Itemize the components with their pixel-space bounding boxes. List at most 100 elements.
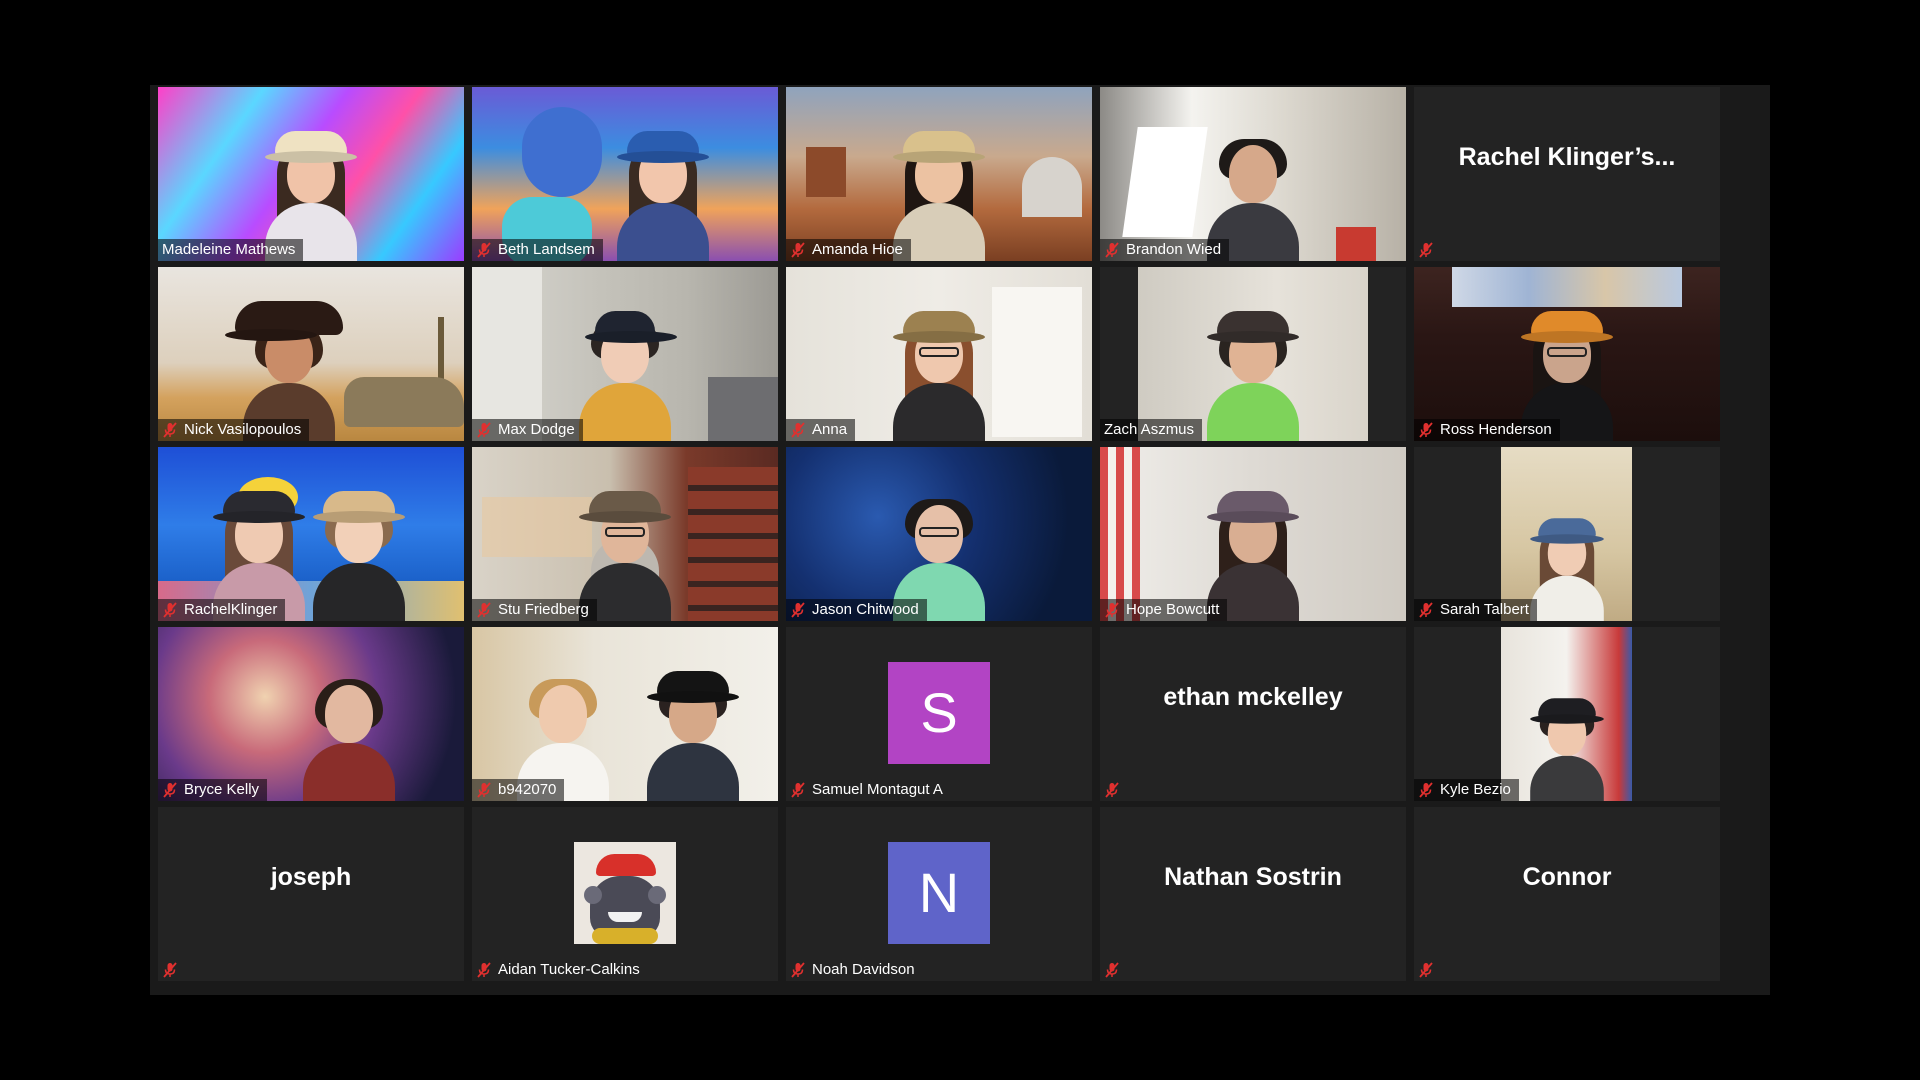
participant-display-name: ethan mckelley <box>1163 683 1343 711</box>
participant-tile[interactable]: Zach Aszmus <box>1100 267 1406 441</box>
participant-video <box>1100 447 1406 621</box>
participant-silhouette <box>577 297 677 441</box>
mic-muted-icon <box>790 602 806 618</box>
participant-silhouette <box>1528 687 1605 801</box>
participant-grid: Madeleine Mathews Beth Landsem Amanda Hi… <box>158 87 1721 981</box>
participant-name-label: Nick Vasilopoulos <box>158 419 310 441</box>
participant-name-label: Amanda Hioe <box>786 239 911 261</box>
participant-tile[interactable]: Max Dodge <box>472 267 778 441</box>
participant-name-label <box>1414 239 1448 261</box>
participant-name-label: Stu Friedberg <box>472 599 597 621</box>
participant-display-name: Nathan Sostrin <box>1164 863 1342 891</box>
participant-name-label: Anna <box>786 419 856 441</box>
participant-video <box>158 87 464 261</box>
participant-tile[interactable]: Anna <box>786 267 1092 441</box>
participant-tile[interactable]: RachelKlinger <box>158 447 464 621</box>
participant-name-label <box>1100 959 1134 981</box>
mic-muted-icon <box>1418 602 1434 618</box>
participant-video <box>1414 267 1720 441</box>
participant-tile[interactable]: Amanda Hioe <box>786 87 1092 261</box>
participant-tile[interactable]: Beth Landsem <box>472 87 778 261</box>
participant-name-label: Beth Landsem <box>472 239 603 261</box>
initial-avatar: S <box>888 662 990 764</box>
mic-muted-icon <box>162 602 178 618</box>
gallery-view: Madeleine Mathews Beth Landsem Amanda Hi… <box>150 85 1770 995</box>
participant-tile[interactable]: Brandon Wied <box>1100 87 1406 261</box>
participant-name-label: Bryce Kelly <box>158 779 268 801</box>
participant-name-label: Madeleine Mathews <box>158 239 304 261</box>
participant-video <box>1501 447 1632 621</box>
participant-tile[interactable]: Ross Henderson <box>1414 267 1720 441</box>
participant-tile[interactable]: Sarah Talbert <box>1414 447 1720 621</box>
participant-name-label: Zach Aszmus <box>1100 419 1203 441</box>
mic-muted-icon <box>1418 782 1434 798</box>
participant-name-label <box>1100 779 1134 801</box>
participant-tile[interactable]: b942070 <box>472 627 778 801</box>
participant-silhouette <box>1205 297 1301 441</box>
participant-tile[interactable]: joseph <box>158 807 464 981</box>
mic-muted-icon <box>790 422 806 438</box>
mic-muted-icon <box>790 782 806 798</box>
participant-name-label <box>158 959 192 981</box>
participant-tile[interactable]: Aidan Tucker-Calkins <box>472 807 778 981</box>
participant-video <box>472 87 778 261</box>
participant-name-label: Hope Bowcutt <box>1100 599 1228 621</box>
participant-tile[interactable]: N Noah Davidson <box>786 807 1092 981</box>
participant-name-label <box>1414 959 1448 981</box>
participant-name-label: Ross Henderson <box>1414 419 1560 441</box>
participant-name-label: Samuel Montagut A <box>786 779 951 801</box>
participant-video <box>472 447 778 621</box>
mic-muted-icon <box>790 962 806 978</box>
participant-tile[interactable]: Kyle Bezio <box>1414 627 1720 801</box>
mic-muted-icon <box>1104 242 1120 258</box>
participant-name-label: Jason Chitwood <box>786 599 927 621</box>
participant-tile[interactable]: Hope Bowcutt <box>1100 447 1406 621</box>
mic-muted-icon <box>476 782 492 798</box>
mic-muted-icon <box>162 782 178 798</box>
mic-muted-icon <box>1418 422 1434 438</box>
participant-tile[interactable]: S Samuel Montagut A <box>786 627 1092 801</box>
participant-tile[interactable]: Nick Vasilopoulos <box>158 267 464 441</box>
participant-tile[interactable]: ethan mckelley <box>1100 627 1406 801</box>
participant-tile[interactable]: Stu Friedberg <box>472 447 778 621</box>
participant-video <box>1501 627 1632 801</box>
mic-muted-icon <box>162 422 178 438</box>
mic-muted-icon <box>1418 962 1434 978</box>
participant-display-name: Connor <box>1522 863 1612 891</box>
participant-video <box>786 447 1092 621</box>
participant-name-label: Kyle Bezio <box>1414 779 1519 801</box>
mic-muted-icon <box>476 962 492 978</box>
participant-name-label: RachelKlinger <box>158 599 286 621</box>
mic-muted-icon <box>1104 782 1120 798</box>
participant-silhouette <box>615 117 711 261</box>
participant-video <box>1138 267 1368 441</box>
mic-muted-icon <box>476 602 492 618</box>
participant-tile[interactable]: Madeleine Mathews <box>158 87 464 261</box>
participant-tile[interactable]: Rachel Klinger’s... <box>1414 87 1720 261</box>
participant-silhouette <box>1528 507 1605 621</box>
participant-video <box>786 87 1092 261</box>
participant-name-label: Max Dodge <box>472 419 583 441</box>
participant-tile[interactable]: Jason Chitwood <box>786 447 1092 621</box>
mic-muted-icon <box>162 962 178 978</box>
participant-video <box>1100 87 1406 261</box>
participant-silhouette <box>301 657 397 801</box>
participant-tile[interactable]: Connor <box>1414 807 1720 981</box>
participant-display-name: joseph <box>270 863 352 891</box>
mic-muted-icon <box>1418 242 1434 258</box>
initial-avatar: N <box>888 842 990 944</box>
mic-muted-icon <box>790 242 806 258</box>
participant-video <box>158 267 464 441</box>
participant-video <box>158 627 464 801</box>
participant-name-label: Aidan Tucker-Calkins <box>472 959 648 981</box>
mic-muted-icon <box>1104 602 1120 618</box>
mic-muted-icon <box>1104 962 1120 978</box>
participant-tile[interactable]: Nathan Sostrin <box>1100 807 1406 981</box>
participant-display-name: Rachel Klinger’s... <box>1458 143 1676 171</box>
participant-silhouette <box>891 297 987 441</box>
participant-silhouette <box>311 477 407 621</box>
participant-video <box>158 447 464 621</box>
participant-video <box>472 627 778 801</box>
participant-tile[interactable]: Bryce Kelly <box>158 627 464 801</box>
participant-silhouette <box>645 657 741 801</box>
